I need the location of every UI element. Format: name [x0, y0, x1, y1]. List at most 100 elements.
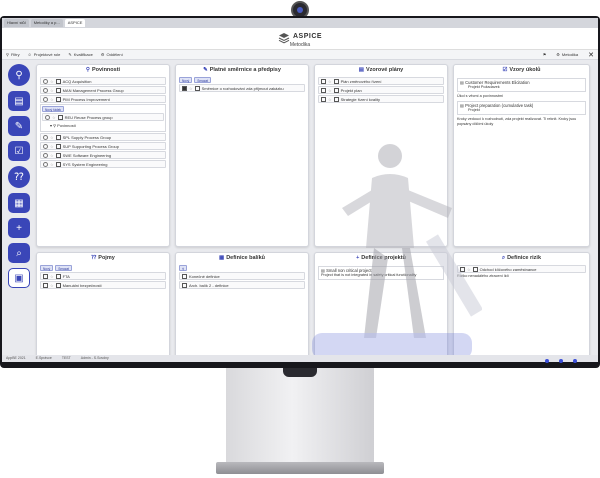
- list-item[interactable]: Arch. balík 2 - definice: [179, 281, 305, 289]
- task-template[interactable]: ▤ Project preparation (cumulative task) …: [457, 101, 586, 115]
- toolbar-roles[interactable]: ☺ Projektové role: [28, 52, 61, 57]
- document-icon: [321, 96, 326, 102]
- star-icon: ☆: [50, 78, 54, 84]
- checkbox-icon: [472, 266, 478, 272]
- sidebar-package-icon[interactable]: ▦: [8, 193, 30, 213]
- list-item[interactable]: ☆ Plán změnového řízení: [318, 77, 444, 85]
- checkbox-icon: [55, 152, 61, 158]
- term-icon: [43, 273, 48, 279]
- list-item[interactable]: ☆ SWE Software Engineering: [40, 151, 166, 159]
- list-item[interactable]: ☆ PIM Process Improvement: [40, 95, 166, 103]
- checkbox-icon: [55, 96, 61, 102]
- pin-icon: [43, 134, 48, 140]
- sidebar-edit-icon[interactable]: ✎: [8, 116, 30, 136]
- checkbox-icon: [55, 282, 61, 288]
- list-item[interactable]: ☆ Směrnice o rozhodování zda přijmout zak…: [179, 84, 305, 92]
- star-icon: ☆: [467, 266, 471, 272]
- sidebar-location-icon[interactable]: ⚲: [8, 64, 30, 86]
- sidebar: ⚲ ▤ ✎ ☑ ⁇ ▦ + ⌕ ▣: [8, 64, 32, 288]
- new-row-button[interactable]: Nový řádek: [42, 106, 65, 112]
- document-icon: [182, 85, 187, 91]
- task-tags: Projekt: [468, 108, 480, 112]
- monitor-stand: [226, 368, 374, 464]
- checkbox-icon: [55, 161, 61, 167]
- term-icon: [43, 282, 48, 288]
- list-item[interactable]: ☆ Strategie řízení kvality: [318, 95, 444, 103]
- star-icon: ☆: [189, 85, 193, 91]
- new-button[interactable]: Nový: [40, 265, 54, 271]
- monitor-foot: [216, 462, 384, 474]
- list-item[interactable]: Konečné definice: [179, 272, 305, 280]
- star-icon: ☆: [50, 87, 54, 93]
- gear-icon: ⚙: [100, 52, 105, 57]
- app-header: ASPICE Metodika: [2, 28, 598, 50]
- list-item[interactable]: ☆ ACQ Acquisition: [40, 77, 166, 85]
- delete-button[interactable]: Smazat: [55, 265, 73, 271]
- pin-icon: [43, 152, 48, 158]
- pen-icon: ✎: [203, 67, 208, 73]
- sidebar-add-icon[interactable]: +: [8, 218, 30, 238]
- app-title: ASPICE: [293, 33, 323, 40]
- checklist-icon: ☑: [502, 67, 508, 73]
- pin-icon: [43, 78, 48, 84]
- add-icon: +: [356, 255, 360, 261]
- browser-tab-metodiky[interactable]: Metodiky a p...: [30, 19, 63, 27]
- toolbar-filters[interactable]: ⚲ Filtry: [6, 52, 20, 57]
- list-item[interactable]: ☆ SYS System Engineering: [40, 160, 166, 168]
- list-item[interactable]: ☆ Manuální bezpečnosti: [40, 281, 166, 289]
- star-icon: ☆: [50, 152, 54, 158]
- document-icon: ▤: [358, 67, 364, 73]
- checkbox-icon: [57, 114, 63, 120]
- status-bar: AppBE 2021 E.Správce TEST Admin - S.Sovd…: [2, 355, 598, 362]
- pin-icon: [43, 96, 48, 102]
- browser-tab-home[interactable]: Hlavní stůl: [4, 19, 29, 27]
- star-icon: ☆: [328, 78, 332, 84]
- list-item[interactable]: ☆ SPL Supply Process Group: [40, 133, 166, 141]
- star-icon: ☆: [328, 96, 332, 102]
- toolbar: ⚲ Filtry ☺ Projektové role ✎ Kvalifikace ⚙ O…: [2, 50, 598, 60]
- sidebar-search-icon[interactable]: ⌕: [8, 243, 30, 263]
- sub-child[interactable]: ▾ ⚲ Povinnosti: [42, 121, 164, 130]
- list-item[interactable]: ☆ SUP Supporting Process Group: [40, 142, 166, 150]
- browser-tab-aspice[interactable]: ASPICE: [64, 19, 86, 27]
- sidebar-report-icon[interactable]: ▣: [8, 268, 30, 288]
- close-button[interactable]: ✕: [588, 51, 594, 59]
- sidebar-checklist-icon[interactable]: ☑: [8, 141, 30, 161]
- checkbox-icon: [333, 78, 339, 84]
- task-note: Kroky vedoucí k rozhodnutí, zda projekt …: [457, 117, 577, 126]
- star-icon: ☆: [52, 114, 56, 120]
- sidebar-terms-icon[interactable]: ⁇: [8, 166, 30, 188]
- task-template[interactable]: ▤ Customer Requirements Elicitation Proj…: [457, 78, 586, 92]
- bookmark-icon[interactable]: ⚑: [543, 52, 547, 57]
- list-item[interactable]: ☆ Projekt plan: [318, 86, 444, 94]
- checkbox-icon: [55, 78, 61, 84]
- delete-button[interactable]: Smazat: [194, 77, 212, 83]
- sidebar-document-icon[interactable]: ▤: [8, 91, 30, 111]
- new-button[interactable]: Nový: [179, 77, 193, 83]
- toolbar-qualification[interactable]: ✎ Kvalifikace: [68, 52, 92, 57]
- bezel-indicator-dots: [545, 359, 577, 363]
- star-icon: ☆: [50, 134, 54, 140]
- search-icon: ⌕: [501, 255, 506, 261]
- new-button[interactable]: ⚲: [179, 265, 188, 271]
- list-item[interactable]: ☆ FTA: [40, 272, 166, 280]
- star-icon: ☆: [50, 282, 54, 288]
- gear-icon: ⚙: [556, 52, 560, 57]
- list-item[interactable]: ☆ Odchod klíčového zaměstnance: [457, 265, 586, 273]
- panel-smernice: ✎ Platné směrnice a předpisy Nový Smazat ☆…: [175, 64, 309, 247]
- list-item[interactable]: ☆ MAN Management Process Group: [40, 86, 166, 94]
- monitor-stage: Hlavní stůl Metodiky a p... ASPICE ASPIC…: [0, 0, 600, 478]
- list-item[interactable]: ☆ REU Reuse Process group: [42, 113, 164, 121]
- panel-pojmy: ⁇ Pojmy Nový Smazat ☆ FTA ☆ Manuální bezpečn…: [36, 252, 170, 360]
- toolbar-department[interactable]: ⚙ Oddělení: [101, 52, 123, 57]
- toolbar-methodology[interactable]: ⚙ Metodika: [556, 52, 578, 57]
- document-icon: [321, 87, 326, 93]
- star-icon: ☆: [328, 87, 332, 93]
- pen-icon: ✎: [68, 52, 72, 57]
- star-icon: ☆: [50, 273, 54, 279]
- panel-baliky: ▦ Definice balíků ⚲ Konečné definice Arch…: [175, 252, 309, 360]
- star-icon: ☆: [50, 96, 54, 102]
- app-subtitle: Metodika: [289, 42, 311, 48]
- panel-povinnosti: ⚲ Povinnosti ☆ ACQ Acquisition ☆ MAN Manage…: [36, 64, 170, 247]
- project-definition[interactable]: ▤ Small non critical project Project tha…: [318, 266, 444, 280]
